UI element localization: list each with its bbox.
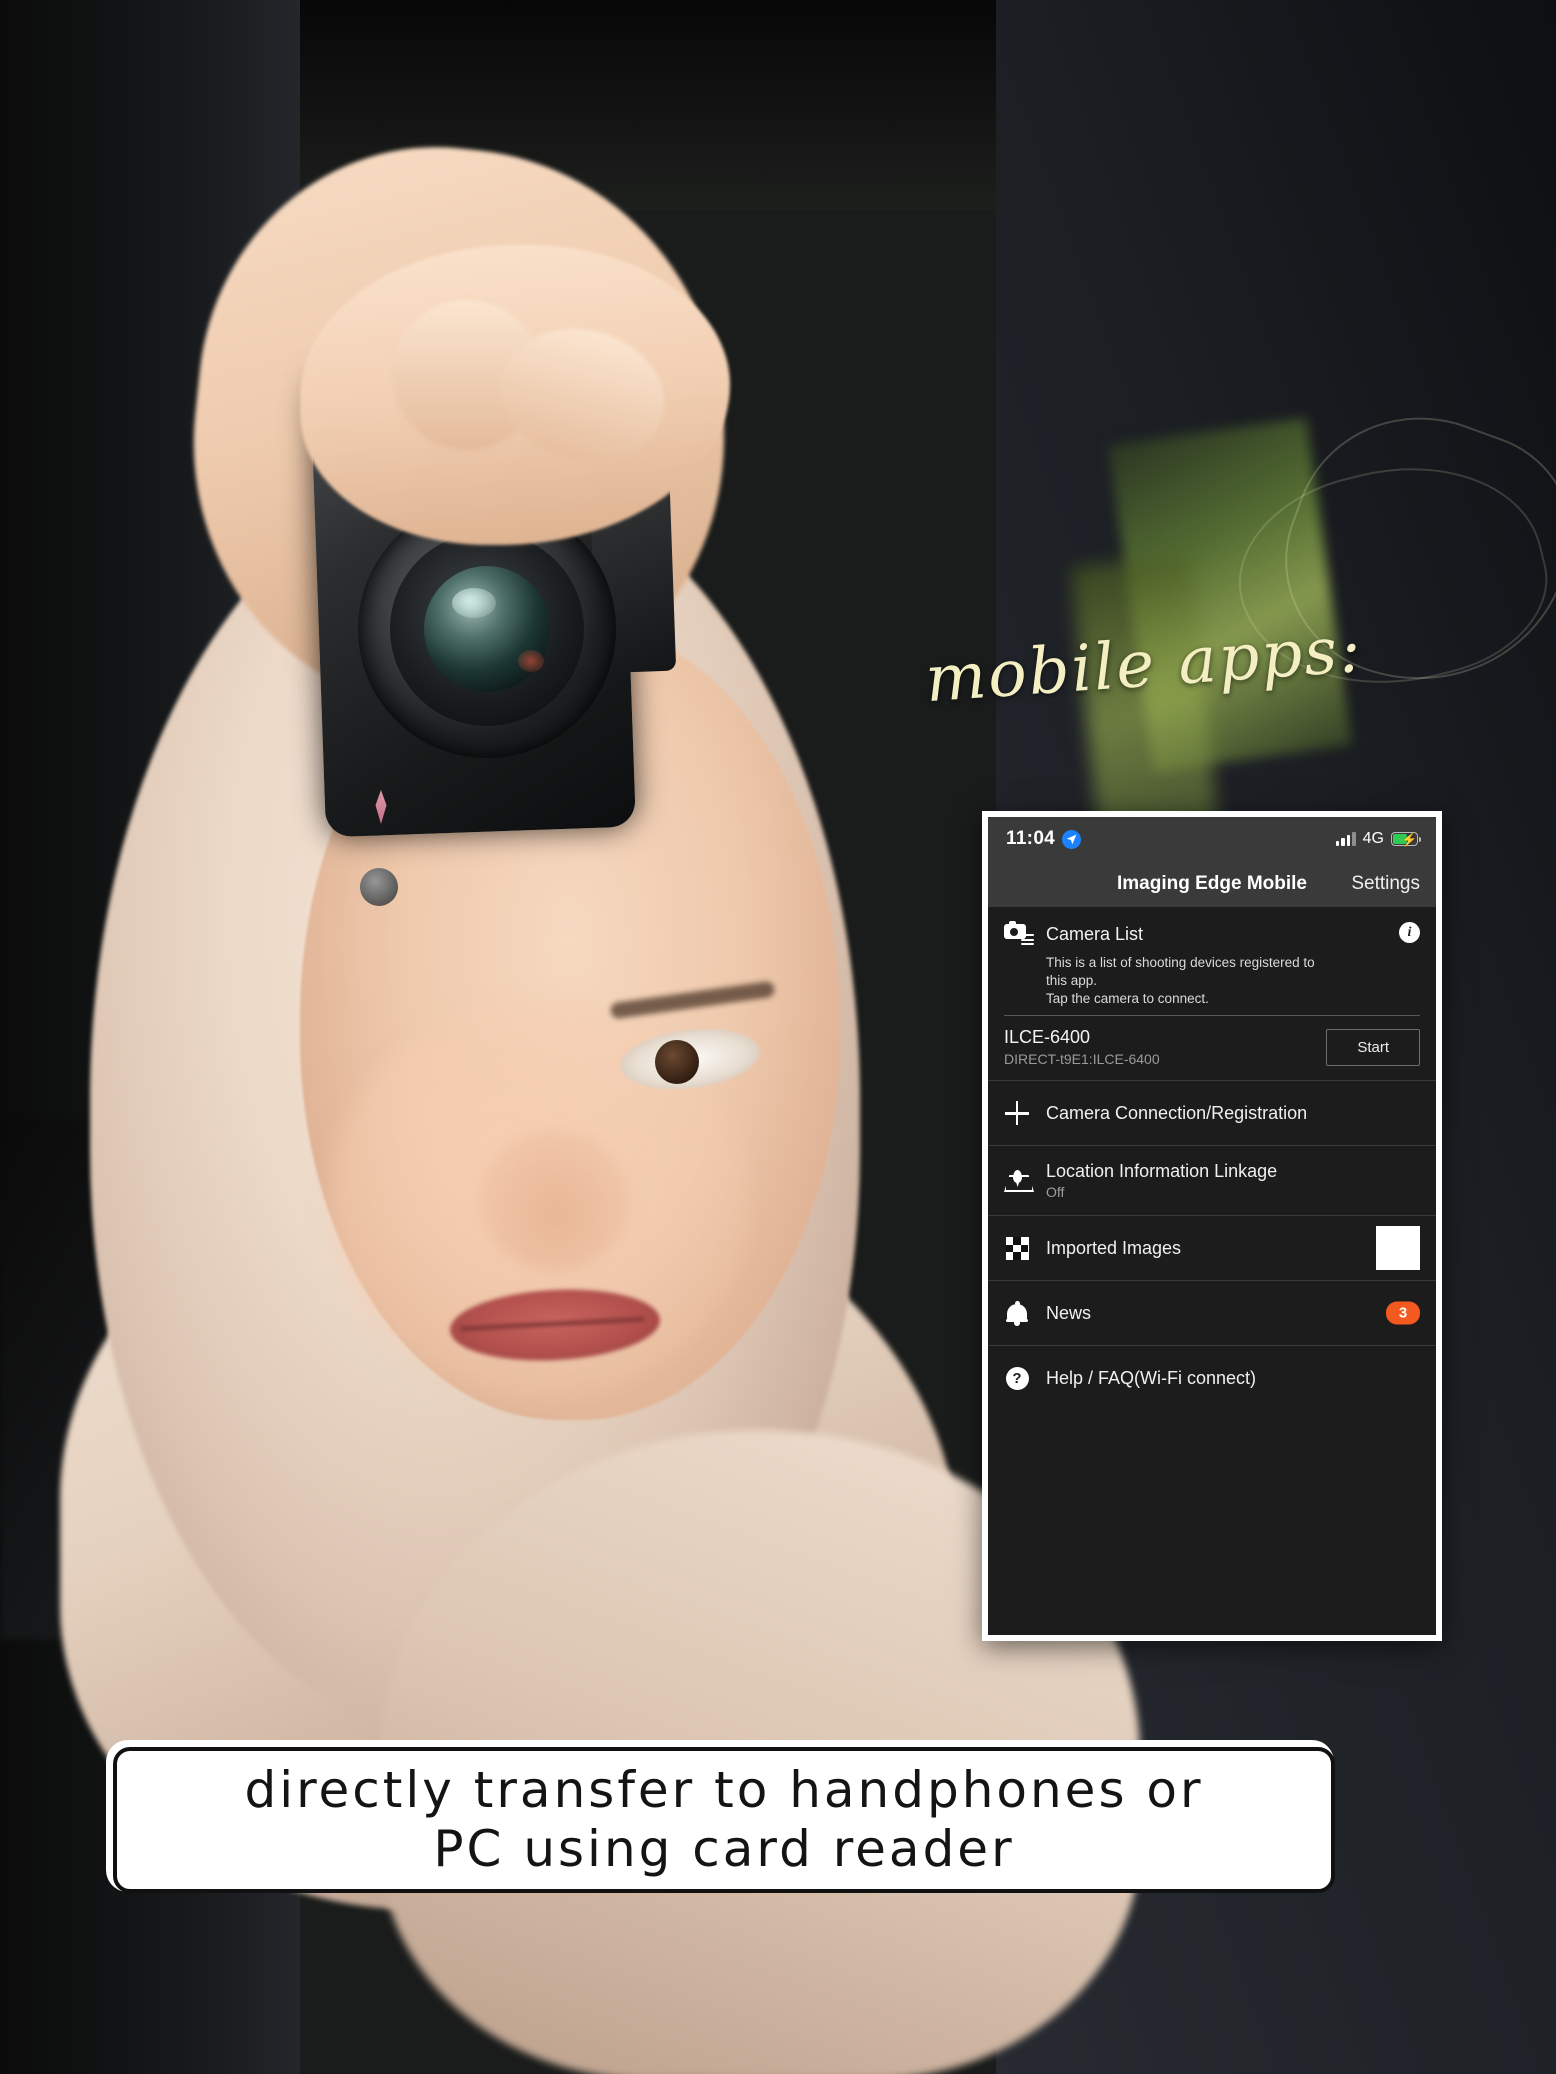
network-type-label: 4G (1362, 830, 1384, 847)
menu-item-imported-images[interactable]: Imported Images (988, 1216, 1436, 1280)
app-title: Imaging Edge Mobile (1116, 873, 1307, 894)
checkerboard-icon (1004, 1235, 1030, 1261)
camera-identity: ILCE-6400 DIRECT-t9E1:ILCE-6400 (1004, 1027, 1160, 1067)
menu-item-text: Imported Images (1046, 1238, 1181, 1259)
menu-item-location-information-linkage[interactable]: Location Information Linkage Off (988, 1146, 1436, 1215)
screen-body: Camera List i This is a list of shooting… (988, 907, 1436, 1635)
battery-charging-icon: ⚡ (1391, 832, 1422, 846)
camera-model: ILCE-6400 (1004, 1027, 1091, 1048)
settings-button[interactable]: Settings (1351, 873, 1420, 895)
location-linkage-icon (1004, 1168, 1034, 1194)
camera-list-description: This is a list of shooting devices regis… (1046, 954, 1420, 1007)
caption-line-2: PC using card reader (433, 1820, 1015, 1878)
location-arrow-icon (1062, 829, 1082, 849)
status-bar: 11:04 4G ⚡ (988, 817, 1436, 861)
status-bar-left: 11:04 (1006, 828, 1082, 850)
menu-item-help-faq[interactable]: ? Help / FAQ(Wi-Fi connect) (988, 1346, 1436, 1410)
menu-item-text: Help / FAQ(Wi-Fi connect) (1046, 1368, 1256, 1389)
menu-item-news[interactable]: News 3 (988, 1281, 1436, 1345)
status-time: 11:04 (1006, 828, 1056, 849)
menu-item-label: Imported Images (1046, 1237, 1182, 1258)
start-button[interactable]: Start (1326, 1028, 1420, 1066)
plus-icon (1004, 1100, 1030, 1126)
phone-screenshot-panel: 11:04 4G ⚡ Imaging Edge Mobile Settings … (982, 811, 1442, 1641)
registered-camera-row[interactable]: ILCE-6400 DIRECT-t9E1:ILCE-6400 Start (988, 1016, 1436, 1080)
camera-list-description-line-2: this app. (1046, 972, 1098, 988)
camera-list-description-line-1: This is a list of shooting devices regis… (1046, 955, 1315, 970)
cellular-signal-icon (1335, 832, 1356, 846)
menu-item-label: Camera Connection/Registration (1046, 1102, 1308, 1123)
nav-bar: Imaging Edge Mobile Settings (988, 861, 1436, 907)
caption-box: directly transfer to handphones or PC us… (106, 1740, 1335, 1893)
photo-lens-highlight (452, 588, 496, 618)
camera-list-header: Camera List i (1004, 921, 1420, 947)
photo-lens-flare (518, 650, 544, 672)
photo-lens-glass (424, 566, 550, 692)
camera-list-icon (1004, 921, 1034, 947)
phone-screen: 11:04 4G ⚡ Imaging Edge Mobile Settings … (988, 817, 1436, 1635)
photo-nose (480, 1130, 630, 1270)
menu-item-label: Location Information Linkage (1046, 1161, 1278, 1182)
info-icon[interactable]: i (1399, 922, 1420, 943)
camera-list-title: Camera List (1046, 923, 1144, 944)
caption-inner: directly transfer to handphones or PC us… (113, 1747, 1335, 1893)
news-badge: 3 (1386, 1301, 1420, 1325)
photo-iris (655, 1040, 699, 1084)
menu-item-sublabel: Off (1046, 1184, 1065, 1201)
imported-images-thumbnail[interactable] (1376, 1226, 1420, 1271)
camera-list-description-line-3: Tap the camera to connect. (1046, 990, 1209, 1006)
menu-item-camera-connection-registration[interactable]: Camera Connection/Registration (988, 1081, 1436, 1145)
menu-item-label: News (1046, 1302, 1092, 1323)
photo-camera-dial (360, 868, 398, 906)
camera-list-section: Camera List i This is a list of shooting… (988, 907, 1436, 1007)
camera-ssid: DIRECT-t9E1:ILCE-6400 (1004, 1051, 1160, 1068)
question-mark-icon: ? (1004, 1365, 1030, 1391)
status-bar-right: 4G ⚡ (1335, 830, 1422, 848)
menu-item-text: Camera Connection/Registration (1046, 1103, 1307, 1124)
menu-item-label: Help / FAQ(Wi-Fi connect) (1046, 1367, 1257, 1388)
menu-item-text: News (1046, 1303, 1091, 1324)
menu-item-text: Location Information Linkage Off (1046, 1161, 1277, 1200)
bell-icon (1004, 1300, 1030, 1326)
screenshot-canvas: mobile apps: 11:04 4G ⚡ Imaging Edge Mob… (0, 0, 1556, 2074)
caption-line-1: directly transfer to handphones or (244, 1761, 1204, 1819)
